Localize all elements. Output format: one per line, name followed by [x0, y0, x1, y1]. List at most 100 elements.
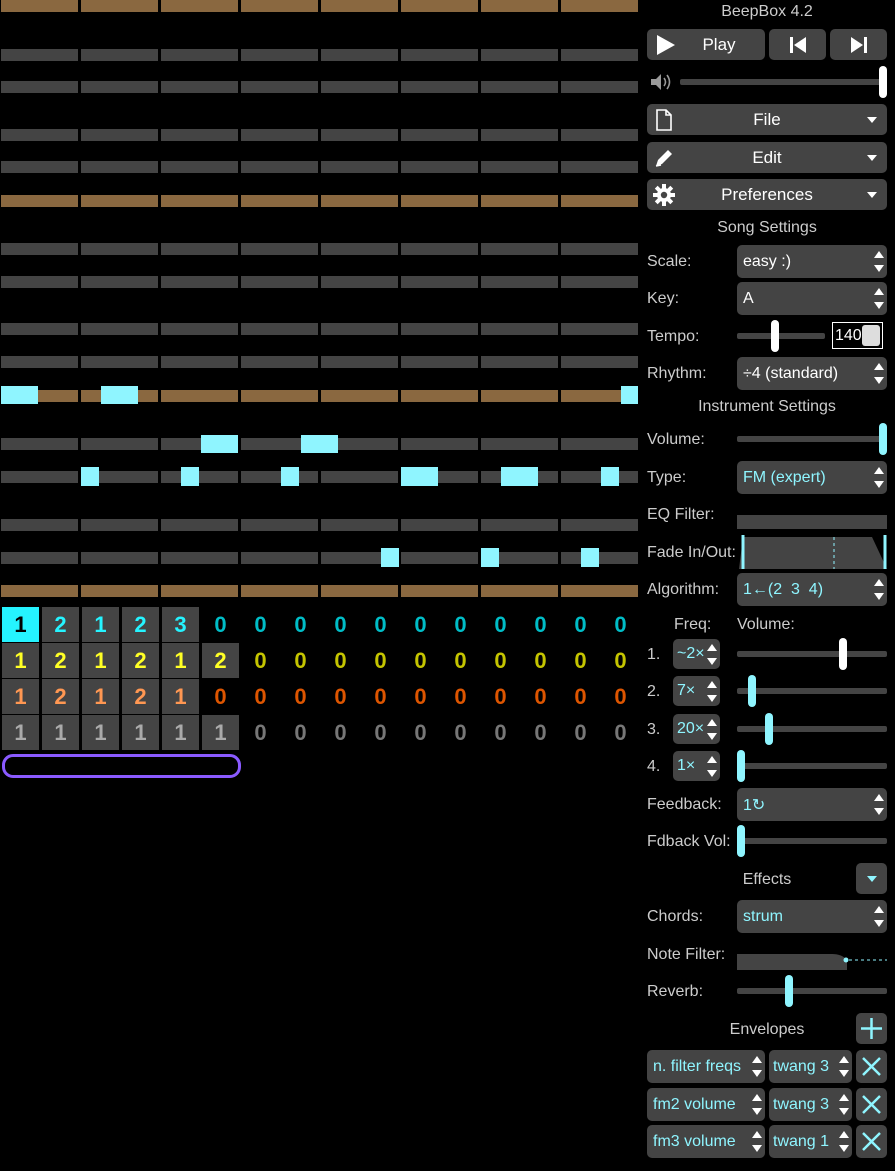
pattern-row-segment[interactable]	[81, 519, 158, 531]
pattern-row-segment[interactable]	[481, 438, 558, 450]
pattern-row-segment[interactable]	[81, 129, 158, 141]
effects-dropdown-button[interactable]	[856, 863, 887, 894]
pattern-row-segment[interactable]	[321, 519, 398, 531]
pattern-row-segment[interactable]	[561, 161, 638, 173]
pattern-row-segment[interactable]	[321, 323, 398, 335]
track-cell[interactable]: 0	[242, 607, 279, 642]
note[interactable]	[601, 467, 619, 486]
track-cell[interactable]: 1	[82, 679, 119, 714]
remove-envelope-button[interactable]	[856, 1088, 887, 1121]
pattern-row-segment[interactable]	[1, 585, 78, 597]
pattern-row-segment[interactable]	[321, 161, 398, 173]
pattern-row-segment[interactable]	[241, 161, 318, 173]
track-cell[interactable]: 0	[402, 643, 439, 678]
pattern-row-segment[interactable]	[81, 276, 158, 288]
pattern-row-segment[interactable]	[321, 243, 398, 255]
pattern-row-segment[interactable]	[1, 276, 78, 288]
track-cell[interactable]: 0	[242, 679, 279, 714]
pattern-row-segment[interactable]	[561, 49, 638, 61]
pattern-row-segment[interactable]	[1, 471, 78, 483]
track-cell[interactable]: 0	[282, 643, 319, 678]
pattern-row-segment[interactable]	[481, 356, 558, 368]
track-cell[interactable]: 0	[362, 607, 399, 642]
pattern-row-segment[interactable]	[481, 0, 558, 12]
track-cell[interactable]: 0	[202, 679, 239, 714]
track-cell[interactable]: 1	[82, 715, 119, 750]
pattern-row-segment[interactable]	[401, 161, 478, 173]
track-cell[interactable]: 0	[362, 643, 399, 678]
pattern-row-segment[interactable]	[321, 195, 398, 207]
track-cell[interactable]: 3	[162, 607, 199, 642]
pattern-row-segment[interactable]	[241, 195, 318, 207]
track-cell[interactable]: 1	[162, 643, 199, 678]
pattern-row-segment[interactable]	[321, 0, 398, 12]
track-cell[interactable]: 0	[282, 607, 319, 642]
pattern-row-segment[interactable]	[161, 356, 238, 368]
rhythm-select[interactable]: ÷4 (standard)	[737, 357, 887, 390]
track-cell[interactable]: 1	[202, 715, 239, 750]
pattern-row-segment[interactable]	[81, 552, 158, 564]
pattern-row-segment[interactable]	[321, 471, 398, 483]
track-cell[interactable]: 2	[202, 643, 239, 678]
pattern-row-segment[interactable]	[1, 323, 78, 335]
track-cell[interactable]: 0	[202, 607, 239, 642]
track-cell[interactable]: 1	[2, 643, 39, 678]
pattern-row-segment[interactable]	[321, 49, 398, 61]
pattern-row-segment[interactable]	[241, 519, 318, 531]
note[interactable]	[101, 386, 138, 404]
pattern-row-segment[interactable]	[401, 390, 478, 402]
pattern-row-segment[interactable]	[161, 0, 238, 12]
operator-freq-select[interactable]: 7×	[673, 676, 720, 706]
track-cell[interactable]: 0	[482, 679, 519, 714]
pattern-row-segment[interactable]	[1, 81, 78, 93]
pattern-row-segment[interactable]	[481, 519, 558, 531]
pattern-row-segment[interactable]	[401, 276, 478, 288]
key-select[interactable]: A	[737, 282, 887, 315]
pattern-row-segment[interactable]	[241, 356, 318, 368]
pattern-row-segment[interactable]	[321, 356, 398, 368]
pattern-row-segment[interactable]	[321, 81, 398, 93]
tempo-input[interactable]: 140	[832, 322, 883, 349]
pattern-row-segment[interactable]	[81, 161, 158, 173]
track-cell[interactable]: 1	[162, 715, 199, 750]
instrument-volume-slider[interactable]	[737, 436, 887, 442]
operator-volume-knob[interactable]	[748, 675, 757, 707]
pattern-row-segment[interactable]	[401, 585, 478, 597]
pattern-row-segment[interactable]	[161, 195, 238, 207]
pattern-row-segment[interactable]	[1, 161, 78, 173]
pattern-row-segment[interactable]	[81, 585, 158, 597]
track-cell[interactable]: 0	[402, 679, 439, 714]
pattern-row-segment[interactable]	[561, 81, 638, 93]
track-cell[interactable]: 0	[322, 607, 359, 642]
pattern-row-segment[interactable]	[401, 438, 478, 450]
pattern-row-segment[interactable]	[81, 195, 158, 207]
algorithm-select[interactable]: 1←(2 3 4)	[737, 573, 887, 606]
track-cell[interactable]: 2	[122, 679, 159, 714]
pattern-row-segment[interactable]	[401, 552, 478, 564]
pattern-row-segment[interactable]	[481, 161, 558, 173]
track-cell[interactable]: 0	[442, 643, 479, 678]
play-button[interactable]: Play	[647, 29, 765, 60]
tempo-slider[interactable]	[737, 333, 825, 339]
operator-volume-knob[interactable]	[737, 750, 745, 782]
track-cell[interactable]: 2	[122, 607, 159, 642]
pattern-row-segment[interactable]	[561, 0, 638, 12]
pattern-row-segment[interactable]	[561, 129, 638, 141]
fade-editor[interactable]	[737, 535, 887, 569]
pattern-row-segment[interactable]	[241, 129, 318, 141]
note[interactable]	[501, 467, 538, 486]
pattern-row-segment[interactable]	[241, 471, 318, 483]
reverb-slider[interactable]	[737, 988, 887, 994]
note[interactable]	[181, 467, 199, 486]
envelope-type-select[interactable]: twang 1	[769, 1125, 852, 1158]
pattern-row-segment[interactable]	[241, 49, 318, 61]
pattern-row-segment[interactable]	[1, 243, 78, 255]
track-cell[interactable]: 0	[442, 607, 479, 642]
pattern-row-segment[interactable]	[481, 129, 558, 141]
note[interactable]	[281, 467, 299, 486]
prev-bar-button[interactable]	[769, 29, 826, 60]
envelope-target-select[interactable]: fm2 volume	[647, 1088, 765, 1121]
operator-volume-knob[interactable]	[765, 713, 774, 745]
pattern-row-segment[interactable]	[401, 129, 478, 141]
pattern-row-segment[interactable]	[161, 519, 238, 531]
